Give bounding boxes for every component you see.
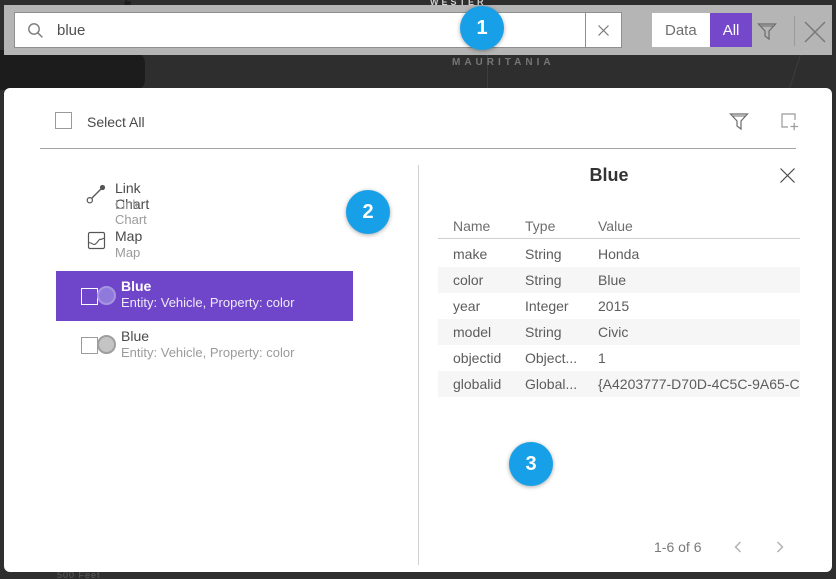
detail-title: Blue bbox=[418, 165, 800, 186]
knowledge-search-overlay: WESTER MAURITANIA 500 Feet Data All bbox=[0, 0, 836, 579]
map-landmass bbox=[0, 50, 145, 90]
scope-option-data[interactable]: Data bbox=[652, 13, 710, 47]
map-icon bbox=[85, 229, 108, 252]
result-title: Map bbox=[115, 228, 142, 244]
callout-badge-2: 2 bbox=[346, 190, 390, 234]
column-header-name: Name bbox=[438, 218, 525, 234]
chevron-right-icon bbox=[774, 540, 786, 554]
close-icon bbox=[802, 19, 828, 45]
table-row: objectid Object... 1 bbox=[438, 345, 800, 371]
filter-funnel-icon bbox=[728, 110, 750, 132]
entity-circle-icon bbox=[97, 286, 116, 305]
detail-close-button[interactable] bbox=[776, 164, 798, 186]
column-header-type: Type bbox=[525, 218, 598, 234]
search-filter-button[interactable] bbox=[754, 18, 780, 44]
attribute-table-header: Name Type Value bbox=[438, 214, 800, 238]
cell-type: Object... bbox=[525, 350, 598, 366]
result-title[interactable]: Blue bbox=[121, 328, 149, 344]
cell-value: Blue bbox=[598, 272, 800, 288]
map-border-line bbox=[788, 49, 803, 91]
cell-name: objectid bbox=[438, 350, 525, 366]
table-row: make String Honda bbox=[438, 241, 800, 267]
cell-type: String bbox=[525, 272, 598, 288]
entity-circle-icon bbox=[97, 335, 116, 354]
toolbar-divider bbox=[794, 16, 795, 46]
result-subtitle: Entity: Vehicle, Property: color bbox=[121, 295, 294, 310]
cell-name: make bbox=[438, 246, 525, 262]
cell-type: Global... bbox=[525, 376, 598, 392]
previous-page-button[interactable] bbox=[728, 537, 748, 557]
cell-type: String bbox=[525, 324, 598, 340]
pagination-label: 1-6 of 6 bbox=[654, 539, 701, 555]
cell-type: String bbox=[525, 246, 598, 262]
search-icon bbox=[27, 22, 44, 39]
add-to-selection-button[interactable] bbox=[776, 108, 802, 134]
result-subtitle: Link Chart bbox=[115, 197, 147, 227]
close-search-button[interactable] bbox=[800, 17, 830, 47]
clear-search-button[interactable] bbox=[585, 12, 622, 48]
result-title: Blue bbox=[121, 278, 151, 294]
cell-value: 1 bbox=[598, 350, 800, 366]
chevron-left-icon bbox=[732, 540, 744, 554]
cell-value: {A4203777-D70D-4C5C-9A65-C... bbox=[598, 376, 800, 392]
scope-segmented-control: Data All bbox=[652, 13, 752, 47]
table-row: model String Civic bbox=[438, 319, 800, 345]
cell-type: Integer bbox=[525, 298, 598, 314]
cell-name: globalid bbox=[438, 376, 525, 392]
result-subtitle: Entity: Vehicle, Property: color bbox=[121, 345, 294, 360]
result-checkbox[interactable] bbox=[81, 288, 98, 305]
select-all-checkbox[interactable] bbox=[55, 112, 72, 129]
cell-name: year bbox=[438, 298, 525, 314]
cell-name: color bbox=[438, 272, 525, 288]
callout-badge-3: 3 bbox=[509, 442, 553, 486]
header-divider bbox=[40, 148, 796, 149]
column-header-value: Value bbox=[598, 218, 800, 234]
next-page-button[interactable] bbox=[770, 537, 790, 557]
scope-option-all[interactable]: All bbox=[710, 13, 753, 47]
attribute-table: Name Type Value make String Honda color … bbox=[438, 214, 800, 397]
close-icon bbox=[779, 167, 796, 184]
map-label-mauritania: MAURITANIA bbox=[452, 57, 555, 68]
results-filter-button[interactable] bbox=[726, 108, 752, 134]
cell-name: model bbox=[438, 324, 525, 340]
table-row: color String Blue bbox=[438, 267, 800, 293]
table-header-divider bbox=[438, 238, 800, 239]
panel-divider bbox=[418, 165, 419, 565]
filter-funnel-icon bbox=[756, 20, 778, 42]
result-subtitle: Map bbox=[115, 245, 140, 260]
search-results-panel: Select All Link Chart Link Chart bbox=[4, 88, 832, 572]
cell-value: Civic bbox=[598, 324, 800, 340]
add-selection-icon bbox=[778, 110, 800, 132]
link-chart-icon bbox=[85, 182, 108, 205]
cell-value: Honda bbox=[598, 246, 800, 262]
result-checkbox[interactable] bbox=[81, 337, 98, 354]
table-row: year Integer 2015 bbox=[438, 293, 800, 319]
table-row: globalid Global... {A4203777-D70D-4C5C-9… bbox=[438, 371, 800, 397]
clear-icon bbox=[597, 24, 610, 37]
search-toolbar: Data All bbox=[4, 5, 832, 55]
cell-value: 2015 bbox=[598, 298, 800, 314]
callout-badge-1: 1 bbox=[460, 6, 504, 50]
select-all-label: Select All bbox=[87, 114, 145, 130]
